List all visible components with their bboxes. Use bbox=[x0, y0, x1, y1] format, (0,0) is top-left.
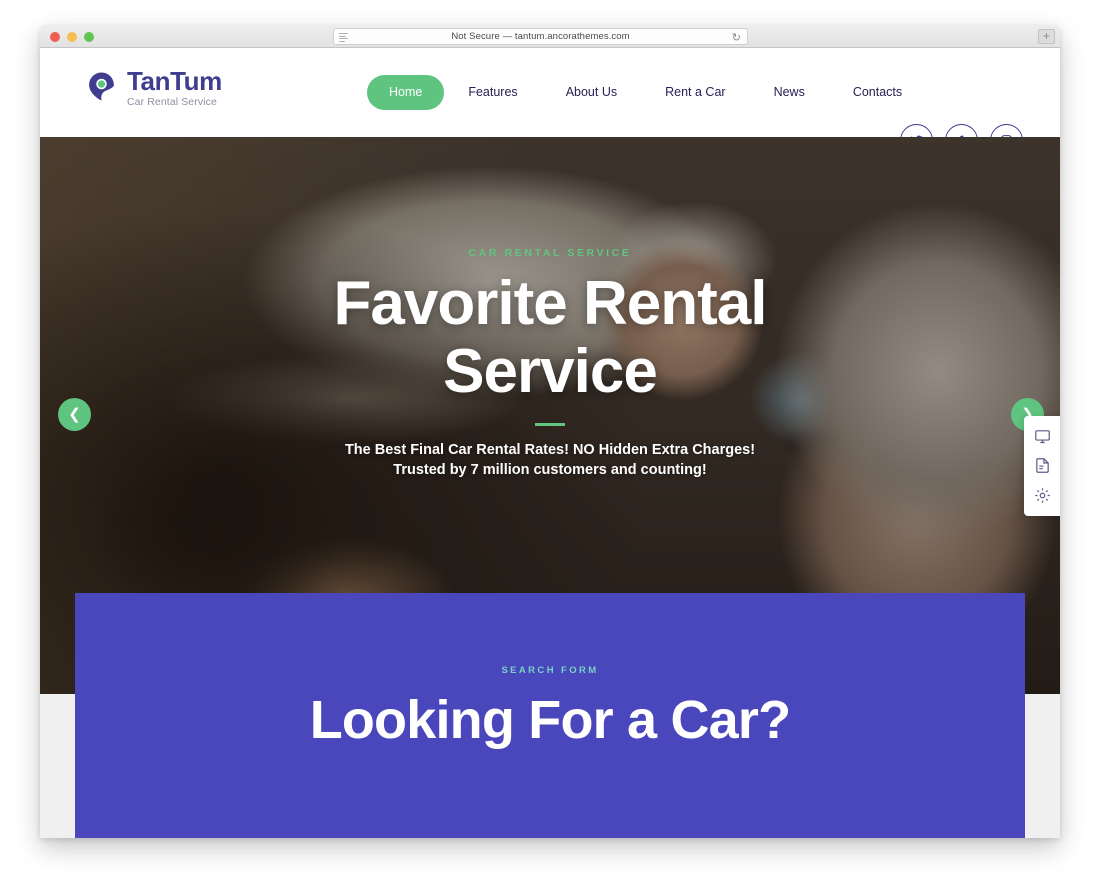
site-logo[interactable]: TanTum Car Rental Service bbox=[85, 67, 222, 109]
gear-icon[interactable] bbox=[1034, 487, 1051, 504]
main-navigation: Home Features About Us Rent a Car News C… bbox=[367, 75, 926, 110]
logo-subtitle: Car Rental Service bbox=[127, 96, 217, 108]
web-page: TanTum Car Rental Service Home Features … bbox=[40, 48, 1060, 838]
hero-title-line-2: Service bbox=[443, 337, 658, 406]
hero-title-line-1: Favorite Rental bbox=[333, 269, 768, 338]
document-edit-icon[interactable] bbox=[1034, 457, 1051, 474]
browser-window: Not Secure — tantum.ancorathemes.com ↻ +… bbox=[40, 25, 1060, 838]
site-header: TanTum Car Rental Service Home Features … bbox=[40, 48, 1060, 157]
slider-prev-button[interactable]: ❮ bbox=[58, 398, 91, 431]
url-text: Not Secure — tantum.ancorathemes.com bbox=[451, 31, 630, 42]
hero-eyebrow: CAR RENTAL SERVICE bbox=[468, 247, 632, 259]
nav-item-news[interactable]: News bbox=[750, 75, 829, 110]
nav-item-features[interactable]: Features bbox=[444, 75, 541, 110]
nav-item-contacts[interactable]: Contacts bbox=[829, 75, 926, 110]
nav-item-rent-a-car[interactable]: Rent a Car bbox=[641, 75, 749, 110]
hero-divider bbox=[535, 423, 565, 426]
address-bar[interactable]: Not Secure — tantum.ancorathemes.com ↻ bbox=[333, 28, 748, 45]
reader-view-icon[interactable] bbox=[339, 33, 348, 42]
hero-subtitle-line-1: The Best Final Car Rental Rates! NO Hidd… bbox=[344, 442, 756, 458]
new-tab-button[interactable]: + bbox=[1038, 29, 1055, 44]
traffic-lights bbox=[50, 32, 94, 42]
maximize-window-button[interactable] bbox=[84, 32, 94, 42]
nav-item-about-us[interactable]: About Us bbox=[542, 75, 641, 110]
reload-icon[interactable]: ↻ bbox=[732, 32, 741, 44]
map-pin-icon bbox=[89, 72, 114, 101]
nav-item-home[interactable]: Home bbox=[367, 75, 445, 110]
search-form-section: SEARCH FORM Looking For a Car? Pick-Up C… bbox=[75, 593, 1025, 838]
theme-options-panel bbox=[1024, 416, 1060, 516]
logo-title: TanTum bbox=[127, 66, 222, 96]
minimize-window-button[interactable] bbox=[67, 32, 77, 42]
hero-content: CAR RENTAL SERVICE Favorite Rental Servi… bbox=[40, 247, 1060, 480]
close-window-button[interactable] bbox=[50, 32, 60, 42]
search-form-eyebrow: SEARCH FORM bbox=[501, 665, 599, 676]
browser-toolbar: Not Secure — tantum.ancorathemes.com ↻ + bbox=[40, 25, 1060, 48]
monitor-icon[interactable] bbox=[1034, 428, 1051, 445]
search-form-title: Looking For a Car? bbox=[309, 690, 791, 750]
hero-subtitle-line-2: Trusted by 7 million customers and count… bbox=[393, 462, 707, 478]
